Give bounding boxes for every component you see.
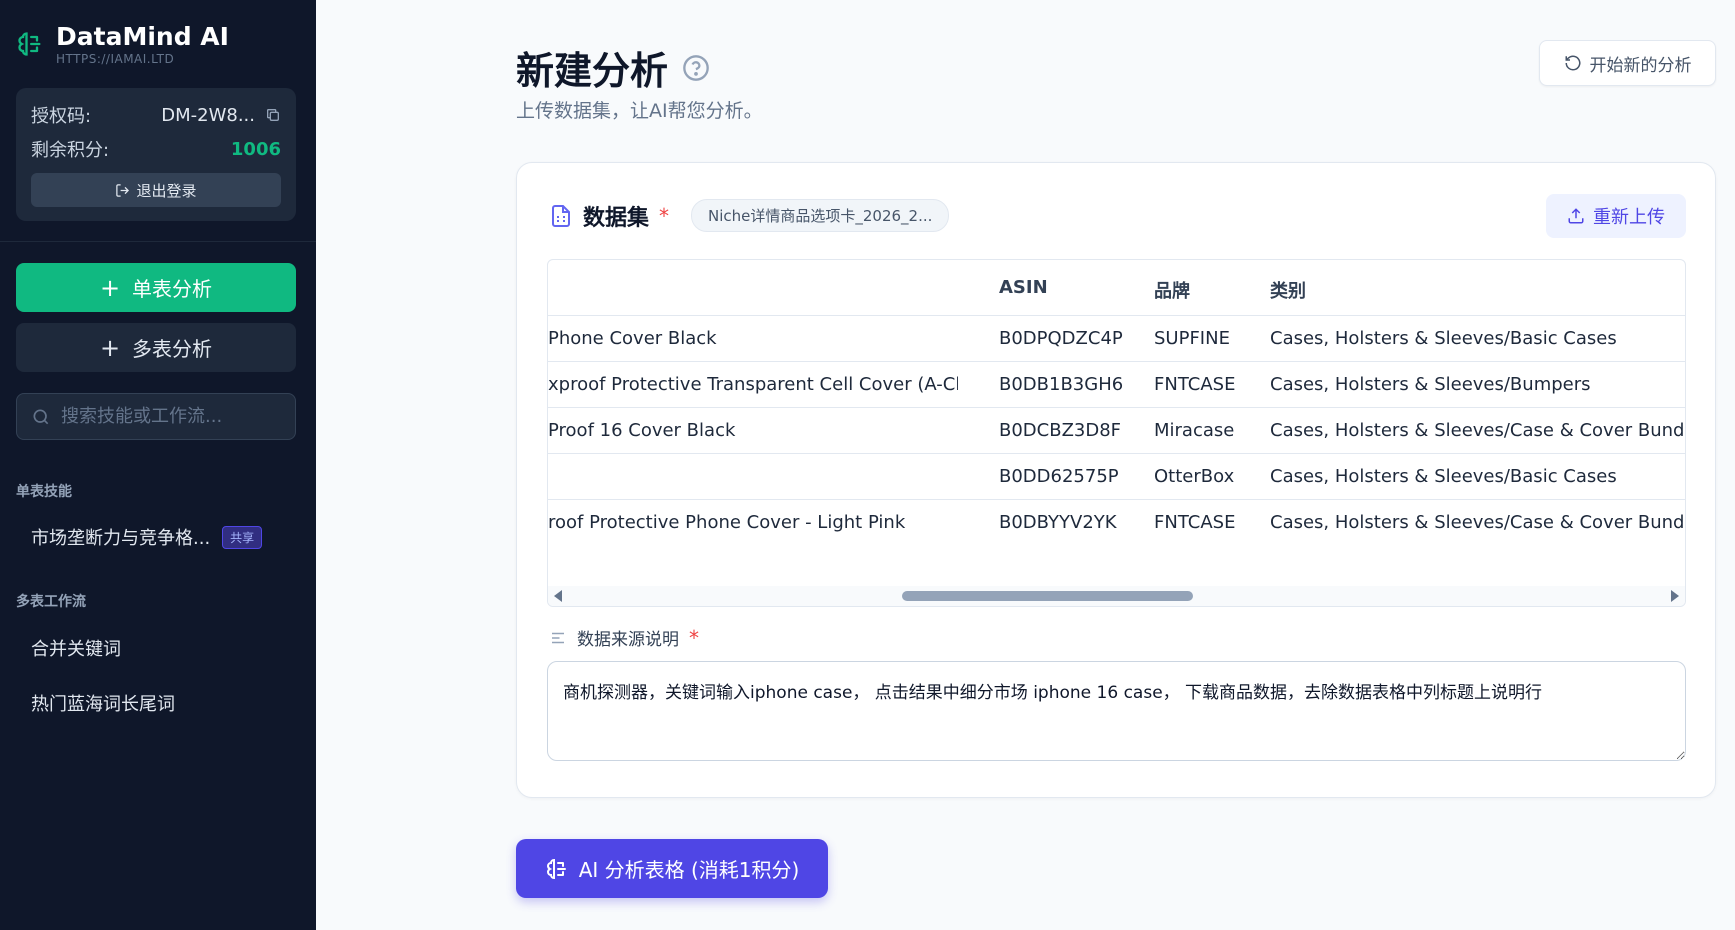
help-icon[interactable] [682,54,710,82]
page-title: 新建分析 [516,40,710,95]
spreadsheet-file-icon [552,204,570,227]
auth-code-value: DM-2W8... [161,104,255,126]
page-title-text: 新建分析 [516,49,669,93]
cell-brand: FNTCASE [1154,374,1236,395]
brain-logo-icon [18,32,41,56]
data-source-description-input[interactable]: 商机探测器，关键词输入iphone case， 点击结果中细分市场 iphone… [547,661,1686,761]
multi-workflows-heading: 多表工作流 [16,594,86,610]
sidebar-item-label: 合并关键词 [31,639,121,660]
brand[interactable]: DataMind AI HTTPS://IAMAI.LTD [16,22,229,66]
column-header-brand[interactable]: 品牌 [1154,277,1190,303]
single-table-analysis-button[interactable]: + 单表分析 [16,263,296,312]
multi-table-analysis-button[interactable]: + 多表分析 [16,323,296,372]
single-skills-heading: 单表技能 [16,484,72,500]
auth-code-label: 授权码: [31,106,92,127]
points-row: 剩余积分: 1006 [31,136,281,162]
scroll-left-arrow-icon[interactable] [554,590,562,602]
auth-code-row: 授权码: DM-2W8... [31,102,281,128]
sidebar-item-merge-keywords[interactable]: 合并关键词 [31,635,121,661]
cell-brand: FNTCASE [1154,512,1236,533]
cell-asin: B0DPQDZC4P [999,328,1123,349]
align-left-icon [552,632,564,643]
sidebar-divider [0,241,316,242]
dataset-label: 数据集 [583,205,650,231]
copy-icon[interactable] [265,107,281,123]
ai-analyze-label: AI 分析表格 (消耗1积分) [578,858,800,882]
table-row: xproof Protective Transparent Cell Cover… [548,362,1685,408]
upload-icon [1568,208,1584,224]
search-input[interactable] [61,406,281,427]
scrollbar-thumb[interactable] [902,591,1193,601]
cell-category: Cases, Holsters & Sleeves/Basic Cases [1270,328,1617,349]
data-source-label: 数据来源说明 [577,630,679,650]
auth-card: 授权码: DM-2W8... 剩余积分: 1006 退出登录 [16,88,296,221]
required-mark: * [689,625,699,650]
cell-brand: SUPFINE [1154,328,1230,349]
column-header-category[interactable]: 类别 [1270,277,1306,303]
sidebar-item-label: 热门蓝海词长尾词 [31,694,175,715]
scroll-right-arrow-icon[interactable] [1671,590,1679,602]
table-row: Proof 16 Cover Black B0DCBZ3D8F Miracase… [548,408,1685,454]
sidebar-item-label: 市场垄断力与竞争格... [31,528,211,549]
search-icon [33,409,49,424]
cell-brand: Miracase [1154,420,1235,441]
cell-category: Cases, Holsters & Sleeves/Case & Cover B… [1270,512,1686,533]
reupload-label: 重新上传 [1593,207,1665,228]
sidebar-item-blue-ocean-keywords[interactable]: 热门蓝海词长尾词 [31,690,175,716]
horizontal-scrollbar[interactable] [548,586,1685,606]
points-value: 1006 [230,138,281,160]
cell-asin: B0DCBZ3D8F [999,420,1122,441]
cell-asin: B0DBYYV2YK [999,512,1117,533]
file-name-chip: Niche详情商品选项卡_2026_2... [691,199,950,232]
cell-title: xproof Protective Transparent Cell Cover… [548,374,958,395]
refresh-icon [1565,55,1580,71]
dataset-card: 数据集 * Niche详情商品选项卡_2026_2... 重新上传 ASIN 品… [516,162,1716,798]
cell-title: roof Protective Phone Cover - Light Pink [548,512,906,533]
sidebar-item-market-competition[interactable]: 市场垄断力与竞争格... 共享 [31,524,263,550]
ai-analyze-table-button[interactable]: AI 分析表格 (消耗1积分) [516,839,828,898]
single-table-analysis-label: 单表分析 [132,277,213,301]
shared-badge: 共享 [222,525,263,549]
brand-url: HTTPS://IAMAI.LTD [56,52,175,66]
plus-icon: + [99,333,121,362]
dataset-header: 数据集 * Niche详情商品选项卡_2026_2... [549,199,950,232]
required-mark: * [659,203,670,228]
data-source-header: 数据来源说明 * [549,625,699,650]
cell-category: Cases, Holsters & Sleeves/Basic Cases [1270,466,1617,487]
cell-asin: B0DD62575P [999,466,1119,487]
table-header: ASIN 品牌 类别 [548,260,1685,316]
cell-title: Phone Cover Black [548,328,717,349]
logout-label: 退出登录 [136,181,197,200]
cell-asin: B0DB1B3GH6 [999,374,1124,395]
column-header-asin[interactable]: ASIN [999,277,1048,298]
cell-title: Proof 16 Cover Black [548,420,736,441]
multi-table-analysis-label: 多表分析 [132,337,213,361]
table-row: roof Protective Phone Cover - Light Pink… [548,500,1685,546]
brand-title: DataMind AI [56,22,229,51]
cell-category: Cases, Holsters & Sleeves/Bumpers [1270,374,1591,395]
logout-button[interactable]: 退出登录 [31,173,281,207]
start-new-analysis-button[interactable]: 开始新的分析 [1539,40,1716,86]
cell-brand: OtterBox [1154,466,1235,487]
points-label: 剩余积分: [31,140,110,161]
sidebar: DataMind AI HTTPS://IAMAI.LTD 授权码: DM-2W… [0,0,316,930]
table-row: B0DD62575P OtterBox Cases, Holsters & Sl… [548,454,1685,500]
brain-icon [546,858,566,879]
search-box [16,393,296,440]
reupload-button[interactable]: 重新上传 [1546,194,1686,238]
data-preview-table[interactable]: ASIN 品牌 类别 Phone Cover Black B0DPQDZC4P … [547,259,1686,607]
cell-category: Cases, Holsters & Sleeves/Case & Cover B… [1270,420,1686,441]
logout-icon [116,183,130,197]
page-subtitle: 上传数据集，让AI帮您分析。 [516,100,763,122]
table-row: Phone Cover Black B0DPQDZC4P SUPFINE Cas… [548,316,1685,362]
start-new-analysis-label: 开始新的分析 [1589,55,1692,76]
plus-icon: + [99,273,121,302]
